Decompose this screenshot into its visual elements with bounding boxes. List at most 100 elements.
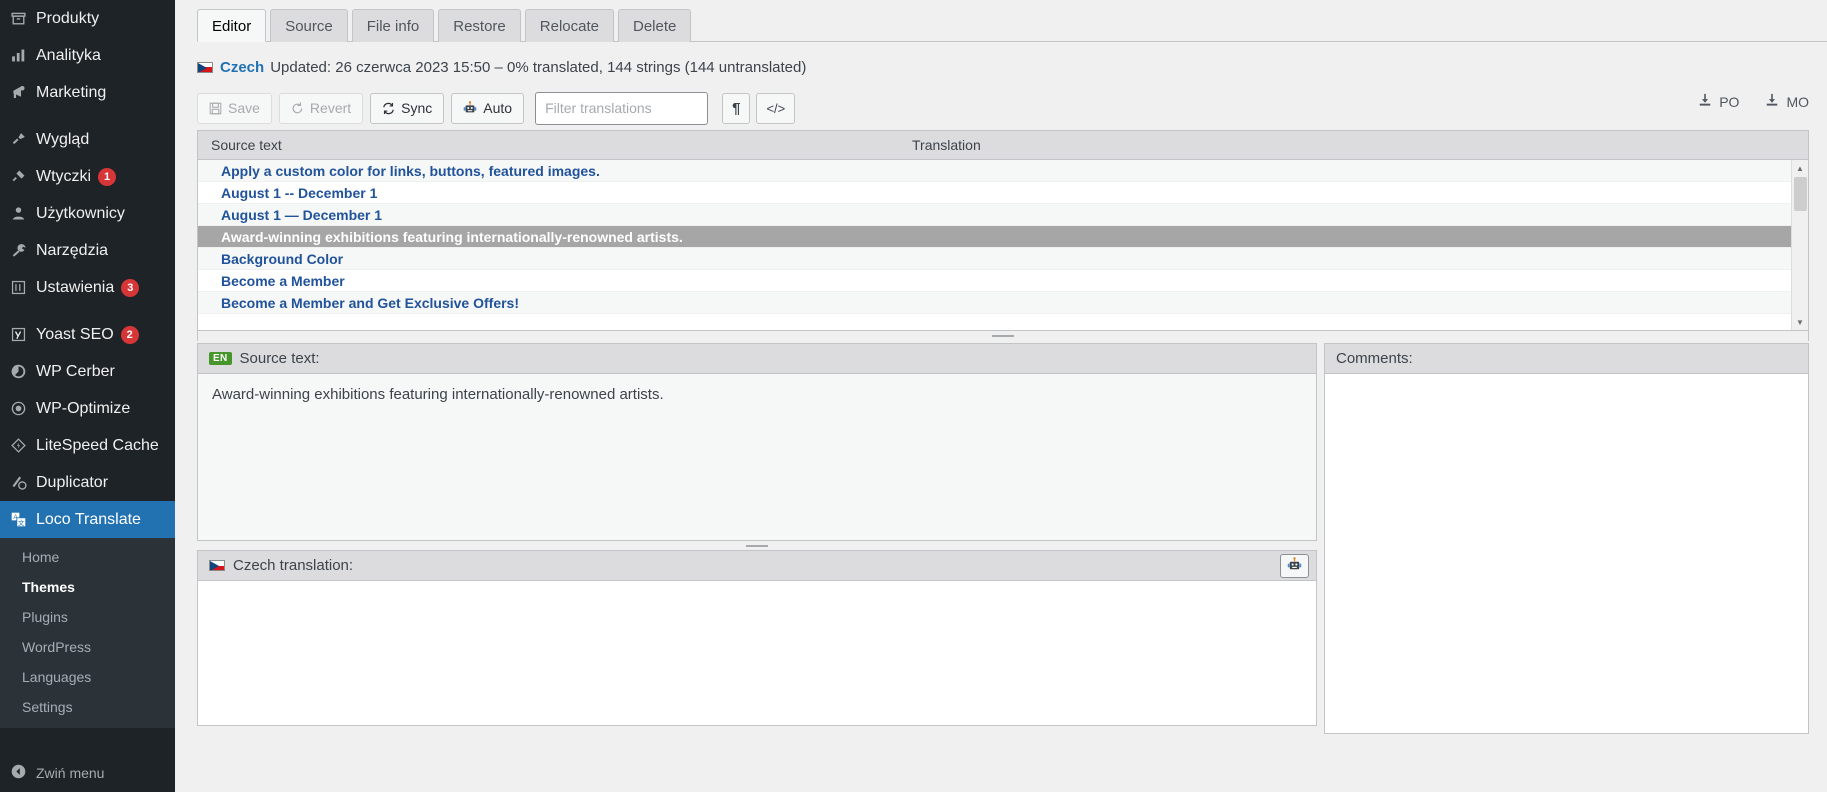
table-resize-handle[interactable] <box>197 331 1809 341</box>
sidebar-item-wp-optimize[interactable]: WP-Optimize <box>0 390 175 427</box>
table-header-row: Source text Translation <box>198 131 1808 160</box>
sidebar-item-label: Produkty <box>36 9 100 27</box>
submenu-item-themes[interactable]: Themes <box>0 572 175 602</box>
tab-file-info[interactable]: File info <box>351 9 435 42</box>
sidebar-item-wp-cerber[interactable]: WP Cerber <box>0 353 175 390</box>
row-source-text: August 1 -- December 1 <box>221 184 378 201</box>
products-icon <box>10 9 36 29</box>
sync-button[interactable]: Sync <box>370 92 445 124</box>
sidebar-item-marketing[interactable]: Marketing <box>0 74 175 111</box>
sync-button-label: Sync <box>401 100 433 116</box>
table-row-selected[interactable]: Award-winning exhibitions featuring inte… <box>198 226 1808 248</box>
detail-panels: EN Source text: Award-winning exhibition… <box>197 343 1809 734</box>
auto-button-label: Auto <box>483 100 513 116</box>
comments-value[interactable] <box>1324 373 1809 734</box>
revert-button[interactable]: Revert <box>278 92 364 124</box>
row-source-text: August 1 — December 1 <box>221 206 383 223</box>
optimize-icon <box>10 399 36 419</box>
revert-icon <box>291 101 304 115</box>
sidebar-item-label: WP Cerber <box>36 362 115 380</box>
table-rows-area[interactable]: Apply a custom color for links, buttons,… <box>198 160 1808 330</box>
sync-icon <box>382 102 395 115</box>
editor-column: EN Source text: Award-winning exhibition… <box>197 343 1317 734</box>
sidebar-item-label: Analityka <box>36 46 101 64</box>
sidebar-item-narzedzia[interactable]: Narzędzia <box>0 232 175 269</box>
sidebar-item-label: Ustawienia <box>36 278 115 296</box>
sidebar-item-wyglad[interactable]: Wygląd <box>0 121 175 158</box>
table-row[interactable]: Become a Member and Get Exclusive Offers… <box>198 292 1808 314</box>
comments-panel-title: Comments: <box>1336 350 1413 367</box>
submenu-item-languages[interactable]: Languages <box>0 662 175 692</box>
sidebar-item-duplicator[interactable]: Duplicator <box>0 464 175 501</box>
status-language-link[interactable]: Czech <box>220 59 264 76</box>
sidebar-item-uzytkownicy[interactable]: Użytkownicy <box>0 195 175 232</box>
sidebar-badge: 1 <box>98 167 117 186</box>
sidebar-item-analityka[interactable]: Analityka <box>0 37 175 74</box>
status-text: Updated: 26 czerwca 2023 15:50 – 0% tran… <box>270 58 807 76</box>
auto-translate-button[interactable]: Auto <box>451 92 525 124</box>
table-row[interactable]: Background Color <box>198 248 1808 270</box>
file-status-line: Czech Updated: 26 czerwca 2023 15:50 – 0… <box>197 42 1827 78</box>
sidebar-badge: 3 <box>121 278 140 297</box>
table-row[interactable]: August 1 — December 1 <box>198 204 1808 226</box>
download-icon <box>1765 93 1779 110</box>
tab-source[interactable]: Source <box>270 9 348 42</box>
czech-flag-icon <box>209 560 225 571</box>
row-source-text: Apply a custom color for links, buttons,… <box>221 162 600 179</box>
download-po-button[interactable]: PO <box>1698 93 1739 110</box>
table-row[interactable]: Become a Member <box>198 270 1808 292</box>
strings-table: Source text Translation Apply a custom c… <box>197 130 1809 331</box>
submenu-item-settings[interactable]: Settings <box>0 692 175 722</box>
language-badge-en: EN <box>209 352 232 365</box>
litespeed-icon <box>10 436 36 456</box>
toggle-invisibles-button[interactable]: ¶ <box>722 92 751 124</box>
tab-restore[interactable]: Restore <box>438 9 521 42</box>
robot-icon <box>463 101 477 115</box>
column-header-source[interactable]: Source text <box>198 137 904 153</box>
scrollbar-thumb[interactable] <box>1794 177 1807 211</box>
source-panel-header: EN Source text: <box>197 343 1317 373</box>
table-row[interactable]: Apply a custom color for links, buttons,… <box>198 160 1808 182</box>
row-source-text: Background Color <box>221 250 344 267</box>
translation-input-area[interactable] <box>197 580 1317 726</box>
column-header-translation[interactable]: Translation <box>904 137 1808 153</box>
sidebar-item-wtyczki[interactable]: Wtyczki 1 <box>0 158 175 195</box>
resize-grip-icon <box>992 335 1014 337</box>
toggle-code-view-button[interactable]: </> <box>756 92 796 124</box>
filter-translations-input[interactable] <box>535 91 709 125</box>
auto-translate-field-button[interactable] <box>1280 554 1309 578</box>
submenu-item-plugins[interactable]: Plugins <box>0 602 175 632</box>
submenu-item-wordpress[interactable]: WordPress <box>0 632 175 662</box>
source-text-value: Award-winning exhibitions featuring inte… <box>197 373 1317 541</box>
panel-resize-handle[interactable] <box>197 541 1317 550</box>
sidebar-item-yoast-seo[interactable]: Yoast SEO 2 <box>0 316 175 353</box>
tab-editor[interactable]: Editor <box>197 9 267 42</box>
tab-delete[interactable]: Delete <box>617 9 692 42</box>
sidebar-item-ustawienia[interactable]: Ustawienia 3 <box>0 269 175 306</box>
sidebar-item-label: Użytkownicy <box>36 204 125 222</box>
sidebar-item-label: WP-Optimize <box>36 399 131 417</box>
analytics-icon <box>10 46 36 66</box>
editor-tabs: Editor Source File info Restore Relocate… <box>197 0 1827 42</box>
table-scrollbar[interactable]: ▲ ▼ <box>1791 160 1808 330</box>
marketing-icon <box>10 83 36 103</box>
tab-relocate[interactable]: Relocate <box>524 9 614 42</box>
editor-toolbar: Save Revert Sync Auto Filter translation… <box>197 78 1827 130</box>
collapse-menu-button[interactable]: Zwiń menu <box>0 754 175 792</box>
sidebar-item-label: Narzędzia <box>36 241 109 259</box>
sidebar-item-loco-translate[interactable]: A 文 Loco Translate <box>0 501 175 538</box>
sidebar-item-produkty[interactable]: Produkty <box>0 0 175 37</box>
table-row[interactable]: August 1 -- December 1 <box>198 182 1808 204</box>
download-mo-button[interactable]: MO <box>1765 93 1809 110</box>
row-source-text: Award-winning exhibitions featuring inte… <box>221 228 683 245</box>
revert-button-label: Revert <box>309 100 352 116</box>
appearance-icon <box>10 130 36 150</box>
sidebar-item-litespeed-cache[interactable]: LiteSpeed Cache <box>0 427 175 464</box>
sidebar-item-label: Marketing <box>36 83 107 101</box>
save-button[interactable]: Save <box>197 92 272 124</box>
loco-translate-submenu: Home Themes Plugins WordPress Languages … <box>0 538 175 728</box>
scroll-up-arrow-icon[interactable]: ▲ <box>1791 160 1808 176</box>
chevron-left-circle-icon <box>10 763 36 783</box>
submenu-item-home[interactable]: Home <box>0 542 175 572</box>
scroll-down-arrow-icon[interactable]: ▼ <box>1791 314 1808 330</box>
